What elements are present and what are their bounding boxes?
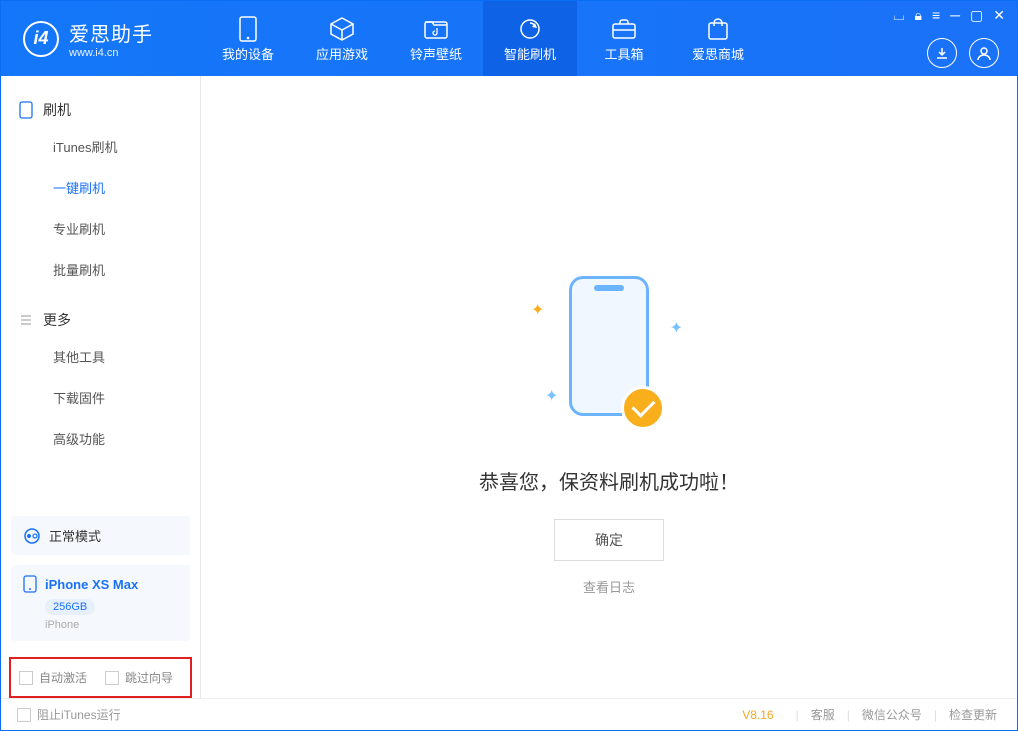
device-mode[interactable]: 正常模式 [11,516,190,555]
sidebar-item-other-tools[interactable]: 其他工具 [1,336,200,377]
logo-icon: i4 [23,21,59,57]
success-illustration: ✦ ✦ ✦ [509,276,709,436]
tshirt-icon[interactable]: ⌴ [893,7,904,24]
options-row: 自动激活 跳过向导 [9,657,192,698]
sidebar-group-more: 更多 [1,304,200,336]
sidebar-item-advanced[interactable]: 高级功能 [1,418,200,459]
device-type: iPhone [45,619,178,631]
footer: 阻止iTunes运行 V8.16 | 客服 | 微信公众号 | 检查更新 [1,698,1017,730]
device-card[interactable]: iPhone XS Max 256GB iPhone [11,565,190,641]
maximize-button[interactable]: ▢ [970,7,983,24]
body: 刷机 iTunes刷机 一键刷机 专业刷机 批量刷机 更多 其他工具 下载固件 … [1,76,1017,698]
footer-link-update[interactable]: 检查更新 [945,706,1001,723]
footer-link-wechat[interactable]: 微信公众号 [858,706,926,723]
tab-store[interactable]: 爱思商城 [671,1,765,76]
tab-apps[interactable]: 应用游戏 [295,1,389,76]
bag-icon [705,17,731,41]
download-button[interactable] [927,38,957,68]
brand-name: 爱思助手 [69,18,153,47]
brand-url: www.i4.cn [69,47,153,59]
version-label: V8.16 [742,708,773,722]
success-message: 恭喜您，保资料刷机成功啦！ [479,466,739,495]
sparkle-icon: ✦ [670,318,683,338]
check-icon [621,386,665,430]
header: i4 爱思助手 www.i4.cn 我的设备 应用游戏 铃声壁纸 智能刷机 [1,1,1017,76]
mode-icon [23,527,41,545]
sparkle-icon: ✦ [545,386,558,406]
sidebar-item-pro-flash[interactable]: 专业刷机 [1,208,200,249]
list-icon [19,313,33,327]
cube-icon [329,16,355,42]
lock-icon[interactable]: 🔒︎ [914,7,921,24]
tab-ringtones[interactable]: 铃声壁纸 [389,1,483,76]
skip-guide-checkbox[interactable]: 跳过向导 [105,669,173,686]
sidebar-item-download-firmware[interactable]: 下载固件 [1,377,200,418]
app-window: i4 爱思助手 www.i4.cn 我的设备 应用游戏 铃声壁纸 智能刷机 [0,0,1018,731]
device-block: 正常模式 iPhone XS Max 256GB iPhone [1,516,200,651]
block-itunes-checkbox[interactable]: 阻止iTunes运行 [17,706,121,723]
minimize-button[interactable]: ─ [950,7,960,24]
logo-area: i4 爱思助手 www.i4.cn [1,18,201,59]
tab-flash[interactable]: 智能刷机 [483,1,577,76]
sidebar-item-oneclick-flash[interactable]: 一键刷机 [1,167,200,208]
close-button[interactable]: ✕ [993,7,1005,24]
storage-badge: 256GB [45,599,95,615]
nav-tabs: 我的设备 应用游戏 铃声壁纸 智能刷机 工具箱 爱思商城 [201,1,765,76]
auto-activate-checkbox[interactable]: 自动激活 [19,669,87,686]
footer-link-support[interactable]: 客服 [807,706,839,723]
music-folder-icon [423,18,449,40]
briefcase-icon [611,18,637,40]
sidebar-item-itunes-flash[interactable]: iTunes刷机 [1,126,200,167]
view-log-link[interactable]: 查看日志 [583,577,635,596]
main-content: ✦ ✦ ✦ 恭喜您，保资料刷机成功啦！ 确定 查看日志 [201,76,1017,698]
sidebar-item-batch-flash[interactable]: 批量刷机 [1,249,200,290]
device-icon [19,101,33,119]
sidebar: 刷机 iTunes刷机 一键刷机 专业刷机 批量刷机 更多 其他工具 下载固件 … [1,76,201,698]
user-button[interactable] [969,38,999,68]
menu-icon[interactable]: ≡ [932,7,940,24]
confirm-button[interactable]: 确定 [554,519,664,561]
tab-toolbox[interactable]: 工具箱 [577,1,671,76]
phone-small-icon [23,575,37,593]
phone-icon [239,16,257,42]
sidebar-group-flash: 刷机 [1,94,200,126]
sparkle-icon: ✦ [531,300,544,320]
window-controls: ⌴ 🔒︎ ≡ ─ ▢ ✕ [893,1,1005,24]
tab-my-device[interactable]: 我的设备 [201,1,295,76]
sync-icon [517,16,543,42]
